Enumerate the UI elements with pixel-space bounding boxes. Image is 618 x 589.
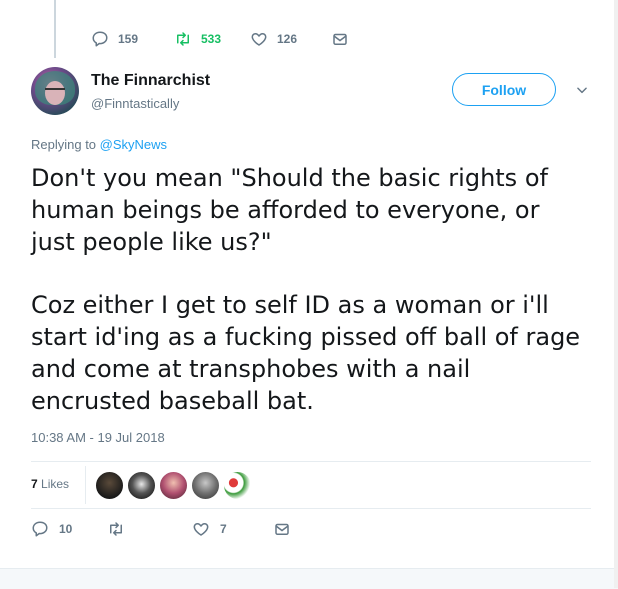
like-count: 7 (220, 522, 227, 536)
liker-avatar[interactable] (127, 471, 156, 500)
heart-icon (251, 33, 267, 46)
likes-count: 7 (31, 477, 38, 491)
reply-action[interactable]: 10 (31, 520, 72, 538)
reply-icon (92, 31, 108, 47)
divider (31, 508, 591, 509)
tweet-text-line: Coz either I get to self ID as a woman o… (31, 291, 549, 319)
likes-count-link[interactable]: 7 Likes (31, 477, 69, 491)
likes-summary: 7 Likes (31, 462, 591, 508)
envelope-icon (333, 33, 347, 45)
prev-dm-action[interactable] (331, 30, 358, 48)
replying-to-prefix: Replying to (31, 137, 97, 152)
author-handle[interactable]: @Finntastically (91, 96, 179, 111)
prev-like-count: 126 (277, 32, 298, 46)
tweet-text-line: and come at transphobes with a nail (31, 355, 471, 383)
replying-to-line: Replying to @SkyNews (31, 137, 167, 152)
author-display-name[interactable]: The Finnarchist (91, 72, 210, 90)
prev-retweet-action[interactable]: 533 (174, 30, 221, 48)
author-avatar[interactable] (31, 67, 79, 115)
dm-action[interactable] (273, 520, 301, 538)
heart-icon (193, 523, 209, 536)
retweet-icon (110, 522, 122, 536)
tweet-text-line: start id'ing as a fucking pissed off bal… (31, 323, 581, 351)
tweet-text-line: human beings be afforded to everyone, or (31, 196, 540, 224)
liker-avatar[interactable] (95, 471, 124, 500)
retweet-action[interactable] (107, 520, 135, 538)
replying-to-mention[interactable]: @SkyNews (100, 137, 167, 152)
tweet-actions: 10 7 (31, 520, 591, 544)
retweet-icon (177, 32, 189, 46)
liker-avatar[interactable] (159, 471, 188, 500)
scrollbar[interactable] (614, 0, 618, 588)
tweet-text-line: encrusted baseball bat. (31, 387, 314, 415)
next-tweet-strip (0, 568, 618, 589)
likes-label: Likes (41, 477, 70, 491)
thread-connector-line (54, 0, 56, 58)
tweet-timestamp[interactable]: 10:38 AM - 19 Jul 2018 (31, 430, 165, 445)
liker-avatar[interactable] (223, 471, 252, 500)
tweet-text-line: Don't you mean "Should the basic rights … (31, 164, 548, 192)
prev-reply-count: 159 (118, 32, 139, 46)
prev-like-action[interactable]: 126 (250, 30, 297, 48)
likers-avatars (95, 471, 255, 500)
reply-count: 10 (59, 522, 73, 536)
divider (85, 466, 86, 504)
chevron-down-icon[interactable] (575, 83, 589, 97)
follow-button[interactable]: Follow (452, 73, 556, 106)
tweet-text: Don't you mean "Should the basic rights … (31, 162, 611, 417)
reply-icon (32, 521, 48, 537)
envelope-icon (275, 523, 289, 535)
prev-retweet-count: 533 (201, 32, 222, 46)
like-action[interactable]: 7 (192, 520, 227, 538)
tweet-text-line: just people like us?" (31, 228, 272, 256)
liker-avatar[interactable] (191, 471, 220, 500)
prev-reply-action[interactable]: 159 (91, 30, 138, 48)
